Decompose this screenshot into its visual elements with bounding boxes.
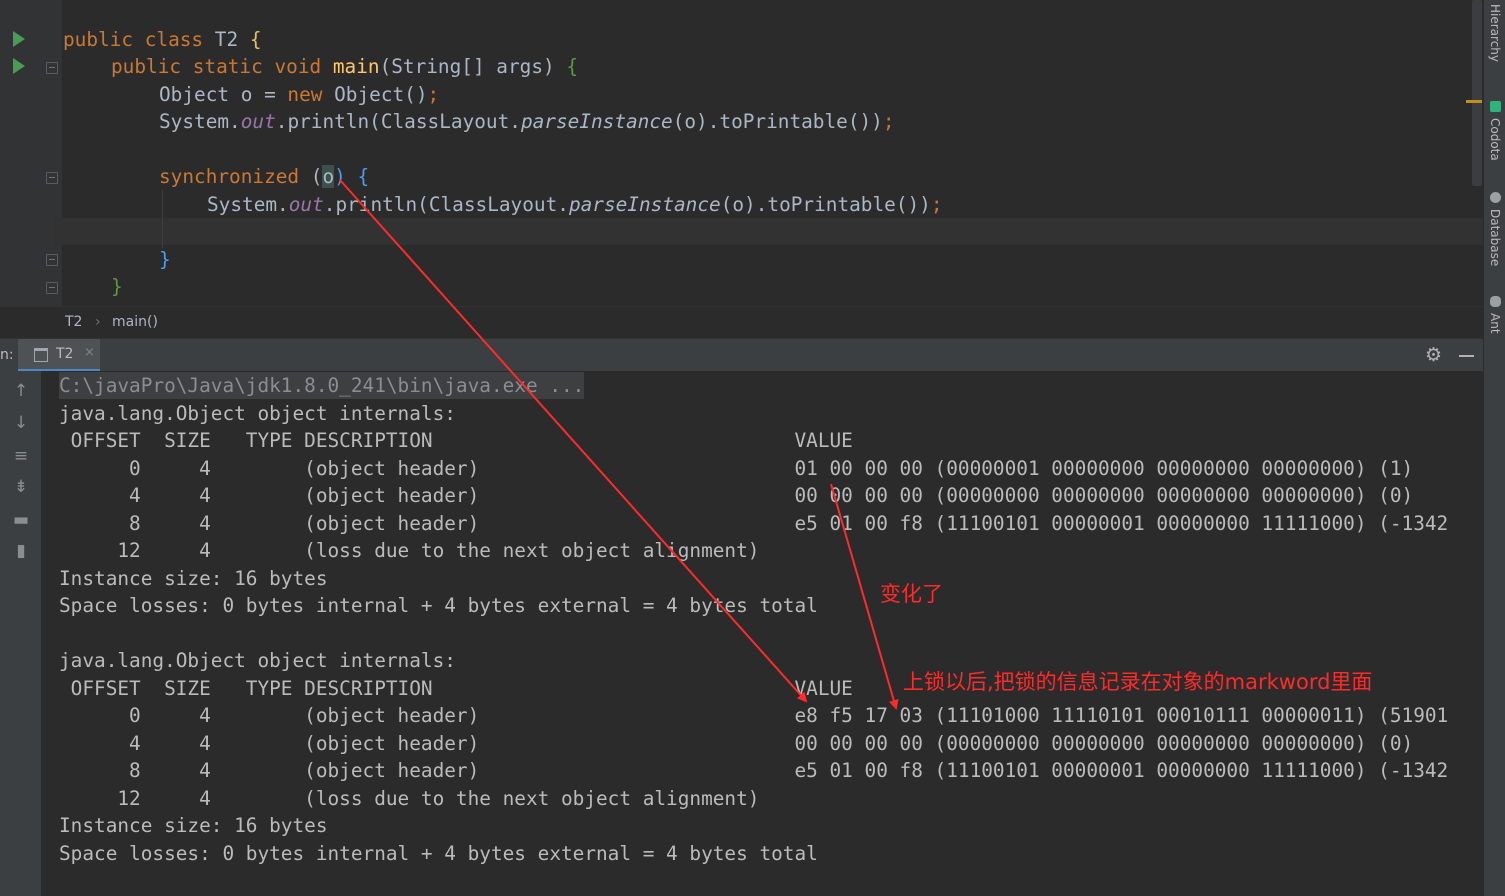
ant-icon <box>1490 296 1501 307</box>
console-command-line[interactable]: C:\javaPro\Java\jdk1.8.0_241\bin\java.ex… <box>59 372 585 399</box>
editor-warning-marker[interactable] <box>1466 100 1482 103</box>
soft-wrap-icon[interactable]: ≡ <box>12 447 30 465</box>
class-name: T2 <box>214 28 239 51</box>
console-line: Instance size: 16 bytes <box>59 567 328 590</box>
code-text: (o).toPrintable()) <box>672 110 883 133</box>
keyword: synchronized <box>159 165 300 188</box>
breadcrumb-class[interactable]: T2 <box>65 314 82 330</box>
code-line-close-main[interactable]: } <box>111 273 123 300</box>
arrow-up-icon[interactable]: ↑ <box>12 382 30 400</box>
console-line: Space losses: 0 bytes internal + 4 bytes… <box>59 594 818 617</box>
static-field: out <box>288 193 324 216</box>
code-text: System. <box>159 110 241 133</box>
console-output[interactable]: C:\javaPro\Java\jdk1.8.0_241\bin\java.ex… <box>41 371 1483 896</box>
run-tab-label: T2 <box>56 346 74 362</box>
params: (String[] args) <box>379 55 555 78</box>
console-line: java.lang.Object object internals: <box>59 402 456 425</box>
trash-icon[interactable]: ▮ <box>12 542 30 560</box>
code-line-synchronized[interactable]: synchronized (o) { <box>159 163 369 190</box>
annotation-after-lock: 上锁以后,把锁的信息记录在对象的markword里面 <box>903 670 1373 694</box>
brace: { <box>566 55 579 78</box>
code-text: ( <box>299 165 323 188</box>
static-field: out <box>240 110 276 133</box>
console-line: 0 4 (object header) e8 f5 17 03 (1110100… <box>59 704 1449 727</box>
code-line-println-1[interactable]: System.out.println(ClassLayout.parseInst… <box>159 108 895 135</box>
console-line: 4 4 (object header) 00 00 00 00 (0000000… <box>59 732 1414 755</box>
code-text: Object() <box>322 83 428 106</box>
annotation-changed: 变化了 <box>880 582 943 606</box>
static-method: parseInstance <box>520 110 673 133</box>
console-line: OFFSET SIZE TYPE DESCRIPTION VALUE <box>59 429 853 452</box>
right-tool-stripe: Hierarchy Codota Database Ant <box>1483 0 1505 896</box>
breadcrumb-separator: › <box>95 314 101 330</box>
ant-tab[interactable]: Ant <box>1488 313 1502 334</box>
code-text: System. <box>207 193 289 216</box>
keyword: static <box>192 55 263 78</box>
run-window-title: n: <box>0 347 14 363</box>
fold-sync-end-icon[interactable] <box>46 254 58 266</box>
code-line-object[interactable]: Object o = new Object(); <box>159 81 439 108</box>
gear-icon[interactable]: ⚙ <box>1425 344 1442 366</box>
keyword: void <box>274 55 322 78</box>
keyword: class <box>144 28 204 51</box>
console-line: Space losses: 0 bytes internal + 4 bytes… <box>59 842 818 865</box>
database-tab[interactable]: Database <box>1488 209 1502 266</box>
breadcrumb-method[interactable]: main() <box>112 314 158 330</box>
print-icon[interactable]: ▬ <box>12 511 30 529</box>
code-text: .println(ClassLayout. <box>275 110 521 133</box>
console-line: 8 4 (object header) e5 01 00 f8 (1110010… <box>59 759 1449 782</box>
hierarchy-tab[interactable]: Hierarchy <box>1488 4 1502 62</box>
console-line: 12 4 (loss due to the next object alignm… <box>59 787 760 810</box>
code-text: Object o = <box>159 83 288 106</box>
codota-icon <box>1490 101 1501 112</box>
code-text: .println(ClassLayout. <box>323 193 569 216</box>
run-tool-window-header: n: T2 × ⚙ <box>0 338 1483 372</box>
keyword: public <box>111 55 182 78</box>
semicolon: ; <box>882 110 895 133</box>
run-main-icon[interactable] <box>13 58 25 74</box>
console-line: 4 4 (object header) 00 00 00 00 (0000000… <box>59 484 1414 507</box>
current-line-highlight <box>52 218 1483 245</box>
code-line-main[interactable]: public static void main(String[] args) { <box>111 53 578 80</box>
method-name: main <box>332 55 380 78</box>
highlighted-variable: o <box>322 165 335 188</box>
editor-gutter <box>0 0 62 306</box>
console-icon <box>34 348 48 362</box>
code-line-class[interactable]: public class T2 { <box>63 26 262 53</box>
brace: { <box>249 28 262 51</box>
console-line: 8 4 (object header) e5 01 00 f8 (1110010… <box>59 512 1449 535</box>
close-icon[interactable]: × <box>84 345 95 360</box>
semicolon: ; <box>427 83 440 106</box>
arrow-down-icon[interactable]: ↓ <box>12 414 30 432</box>
minimize-icon[interactable] <box>1459 355 1474 357</box>
static-method: parseInstance <box>568 193 721 216</box>
semicolon: ; <box>930 193 943 216</box>
console-toolbar: ↑ ↓ ≡ ⇟ ▬ ▮ <box>0 371 41 896</box>
keyword: public <box>63 28 134 51</box>
code-text: ) { <box>334 165 370 188</box>
fold-main-end-icon[interactable] <box>46 282 58 294</box>
breadcrumb: T2 › main() <box>0 306 1483 339</box>
console-line: Instance size: 16 bytes <box>59 814 328 837</box>
database-icon <box>1490 192 1501 203</box>
console-line: java.lang.Object object internals: <box>59 649 456 672</box>
codota-tab[interactable]: Codota <box>1488 118 1502 161</box>
fold-main-icon[interactable] <box>46 62 58 74</box>
run-class-icon[interactable] <box>13 31 25 47</box>
editor-scrollbar[interactable] <box>1472 0 1482 186</box>
run-tab-t2[interactable]: T2 × <box>18 339 100 372</box>
console-line: OFFSET SIZE TYPE DESCRIPTION VALUE <box>59 677 853 700</box>
keyword: new <box>287 83 323 106</box>
scroll-to-end-icon[interactable]: ⇟ <box>12 478 30 496</box>
code-line-close-sync[interactable]: } <box>159 246 171 273</box>
code-line-println-2[interactable]: System.out.println(ClassLayout.parseInst… <box>207 191 943 218</box>
code-text: (o).toPrintable()) <box>720 193 931 216</box>
console-line: 0 4 (object header) 01 00 00 00 (0000000… <box>59 457 1414 480</box>
code-editor[interactable]: public class T2 { public static void mai… <box>0 0 1483 306</box>
indent-guide <box>162 190 163 248</box>
fold-sync-icon[interactable] <box>46 172 58 184</box>
console-line: 12 4 (loss due to the next object alignm… <box>59 539 760 562</box>
